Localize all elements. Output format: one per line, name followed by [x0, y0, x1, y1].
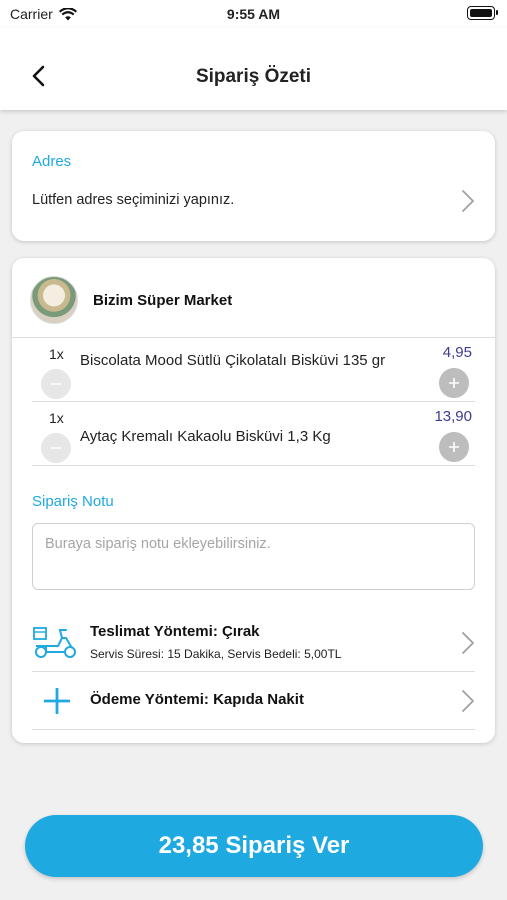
item-quantity: 1x — [49, 346, 64, 362]
plus-icon — [449, 442, 459, 452]
chevron-right-icon — [462, 190, 474, 212]
increase-quantity-button[interactable] — [439, 432, 469, 462]
decrease-quantity-button[interactable] — [41, 433, 71, 463]
store-name: Bizim Süper Market — [93, 292, 233, 309]
delivery-method-details: Servis Süresi: 15 Dakika, Servis Bedeli:… — [90, 647, 342, 661]
address-section-title: Adres — [32, 153, 72, 170]
chevron-right-icon — [462, 632, 474, 654]
item-price: 13,90 — [434, 408, 472, 425]
minus-icon — [51, 383, 61, 385]
store-logo — [30, 276, 78, 324]
item-quantity: 1x — [49, 410, 64, 426]
increase-quantity-button[interactable] — [439, 368, 469, 398]
order-note-title: Sipariş Notu — [32, 493, 114, 510]
address-prompt: Lütfen adres seçiminizi yapınız. — [32, 192, 235, 208]
battery-icon — [467, 6, 498, 20]
add-icon — [44, 688, 70, 714]
status-bar: Carrier 9:55 AM — [0, 0, 507, 28]
decrease-quantity-button[interactable] — [41, 369, 71, 399]
address-card[interactable]: Adres Lütfen adres seçiminizi yapınız. — [12, 131, 495, 241]
item-price: 4,95 — [442, 344, 472, 361]
page-title: Sipariş Özeti — [195, 66, 312, 87]
cart-item: 1x Aytaç Kremalı Kakaolu Bisküvi 1,3 Kg … — [32, 402, 475, 466]
navigation-bar: Sipariş Özeti — [0, 28, 507, 110]
order-note-input[interactable] — [32, 523, 475, 590]
order-card: Bizim Süper Market 1x Biscolata Mood Süt… — [12, 258, 495, 743]
cart-item: 1x Biscolata Mood Sütlü Çikolatalı Biskü… — [32, 338, 475, 402]
item-name: Biscolata Mood Sütlü Çikolatalı Bisküvi … — [80, 352, 386, 369]
plus-icon — [449, 378, 459, 388]
status-time: 9:55 AM — [226, 6, 281, 22]
payment-method-row[interactable]: Ödeme Yöntemi: Kapıda Nakit — [32, 672, 475, 730]
item-name: Aytaç Kremalı Kakaolu Bisküvi 1,3 Kg — [80, 428, 331, 445]
delivery-method-row[interactable]: Teslimat Yöntemi: Çırak Servis Süresi: 1… — [32, 614, 475, 672]
delivery-method-title: Teslimat Yöntemi: Çırak — [90, 623, 260, 640]
store-header: Bizim Süper Market — [12, 258, 495, 338]
chevron-right-icon — [462, 690, 474, 712]
payment-method-title: Ödeme Yöntemi: Kapıda Nakit — [90, 691, 304, 708]
scooter-icon — [33, 627, 76, 658]
place-order-button[interactable]: 23,85 Sipariş Ver — [25, 815, 483, 877]
minus-icon — [51, 447, 61, 449]
